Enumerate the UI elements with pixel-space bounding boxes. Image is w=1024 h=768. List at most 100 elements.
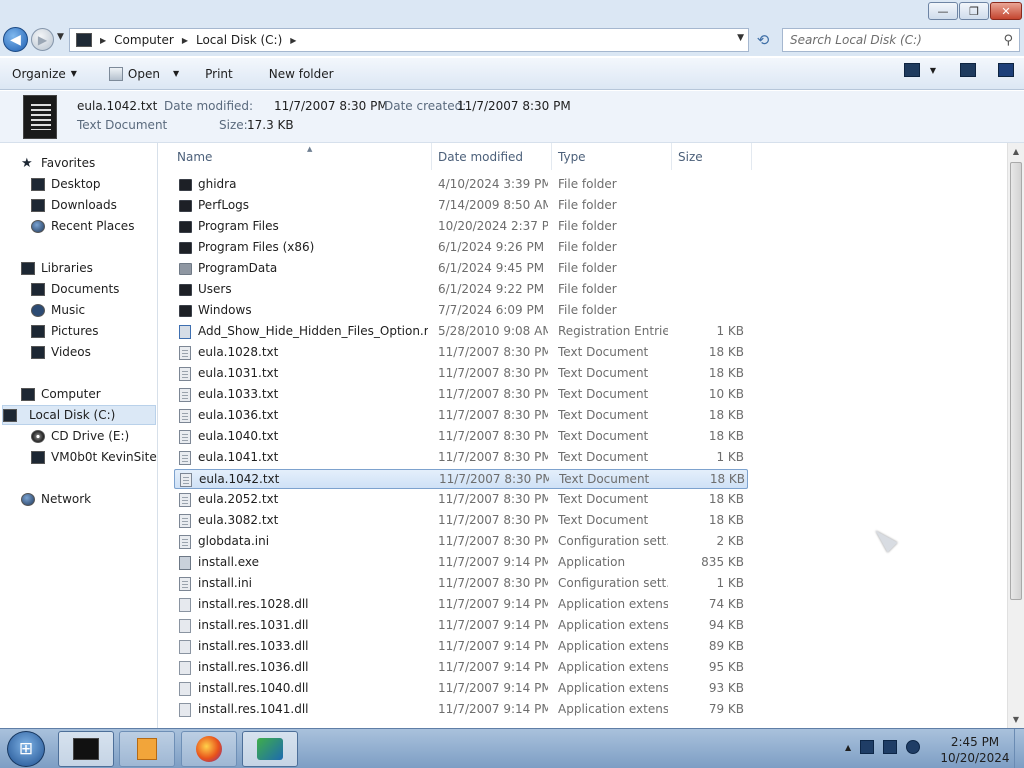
scroll-down-button[interactable]: ▼	[1008, 711, 1024, 728]
chevron-right-icon[interactable]: ▶	[100, 36, 106, 45]
file-row[interactable]: eula.1031.txt 11/7/2007 8:30 PM Text Docum…	[174, 364, 748, 384]
file-row[interactable]: eula.1041.txt 11/7/2007 8:30 PM Text Docum…	[174, 448, 748, 468]
forward-button[interactable]: ▶	[31, 28, 54, 51]
file-row[interactable]: eula.1036.txt 11/7/2007 8:30 PM Text Docum…	[174, 406, 748, 426]
address-bar[interactable]: ▶ Computer ▶ Local Disk (C:) ▶ ▼	[69, 28, 749, 52]
nav-network-share[interactable]: VM0b0t KevinSite	[31, 447, 157, 467]
file-row[interactable]: eula.1033.txt 11/7/2007 8:30 PM Text Docum…	[174, 385, 748, 405]
computer-icon	[21, 387, 35, 401]
file-row[interactable]: eula.2052.txt 11/7/2007 8:30 PM Text Docum…	[174, 490, 748, 510]
file-row[interactable]: globdata.ini 11/7/2007 8:30 PM Configurati…	[174, 532, 748, 552]
nav-computer[interactable]: Computer	[21, 384, 101, 404]
navigation-bar: ◀ ▶ ▼ ▶ Computer ▶ Local Disk (C:) ▶ ▼ ⟲…	[0, 24, 1024, 56]
close-button[interactable]: ✕	[990, 2, 1022, 20]
column-header-name[interactable]: Name ▲	[168, 143, 432, 170]
file-row[interactable]: eula.1040.txt 11/7/2007 8:30 PM Text Docum…	[174, 427, 748, 447]
back-button[interactable]: ◀	[3, 27, 28, 52]
dll-file-icon	[179, 598, 191, 612]
refresh-button[interactable]: ⟲	[752, 28, 774, 52]
volume-icon[interactable]	[906, 740, 921, 754]
nav-recent-places[interactable]: Recent Places	[31, 216, 134, 236]
file-row[interactable]: install.res.1033.dll 11/7/2007 9:14 PM App…	[174, 637, 748, 657]
file-row[interactable]: install.res.1028.dll 11/7/2007 9:14 PM App…	[174, 595, 748, 615]
pictures-icon	[31, 324, 45, 338]
minimize-button[interactable]: —	[928, 2, 958, 20]
nav-downloads[interactable]: Downloads	[31, 195, 117, 215]
file-type: Application extens...	[558, 639, 668, 653]
nav-desktop[interactable]: Desktop	[31, 174, 101, 194]
nav-documents[interactable]: Documents	[31, 279, 119, 299]
taskbar-media-player[interactable]	[119, 731, 175, 767]
new-folder-button[interactable]: New folder	[263, 62, 340, 86]
address-dropdown[interactable]: ▼	[737, 33, 744, 43]
file-row[interactable]: install.exe 11/7/2007 9:14 PM Application 8…	[174, 553, 748, 573]
show-desktop-button[interactable]	[1014, 729, 1024, 768]
search-box[interactable]: ⚲	[782, 28, 1020, 52]
show-hidden-icons-button[interactable]: ▲	[845, 743, 851, 752]
chevron-right-icon[interactable]: ▶	[182, 36, 188, 45]
nav-pictures[interactable]: Pictures	[31, 321, 99, 341]
taskbar-explorer[interactable]	[58, 731, 114, 767]
file-name: install.res.1033.dll	[198, 639, 309, 653]
chevron-right-icon[interactable]: ▶	[290, 36, 296, 45]
file-date-modified: 6/1/2024 9:45 PM	[438, 261, 545, 275]
file-row[interactable]: eula.3082.txt 11/7/2007 8:30 PM Text Docum…	[174, 511, 748, 531]
file-type: Configuration sett...	[558, 534, 668, 548]
file-row[interactable]: eula.1028.txt 11/7/2007 8:30 PM Text Docum…	[174, 343, 748, 363]
file-row[interactable]: Users 6/1/2024 9:22 PM File folder	[174, 280, 748, 300]
file-row[interactable]: install.res.1041.dll 11/7/2007 9:14 PM App…	[174, 700, 748, 720]
clock[interactable]: 2:45 PM 10/20/2024	[935, 734, 1015, 766]
size-value: 17.3 KB	[247, 118, 294, 132]
maximize-button[interactable]: ❐	[959, 2, 989, 20]
help-icon[interactable]	[998, 63, 1014, 77]
file-row[interactable]: install.ini 11/7/2007 8:30 PM Configuratio…	[174, 574, 748, 594]
file-row[interactable]: ghidra 4/10/2024 3:39 PM File folder	[174, 175, 748, 195]
file-row[interactable]: Windows 7/7/2024 6:09 PM File folder	[174, 301, 748, 321]
file-row[interactable]: PerfLogs 7/14/2009 8:50 AM File folder	[174, 196, 748, 216]
nav-music[interactable]: Music	[31, 300, 85, 320]
taskbar-network-app[interactable]	[242, 731, 298, 767]
file-row[interactable]: eula.1042.txt 11/7/2007 8:30 PM Text Docum…	[174, 469, 748, 489]
nav-cd-drive[interactable]: CD Drive (E:)	[31, 426, 129, 446]
file-name: ghidra	[198, 177, 237, 191]
change-view-icon[interactable]	[903, 63, 920, 77]
search-icon[interactable]: ⚲	[1003, 33, 1013, 48]
breadcrumb-computer[interactable]: Computer	[114, 33, 174, 47]
file-row[interactable]: install.res.1040.dll 11/7/2007 9:14 PM App…	[174, 679, 748, 699]
network-status-icon[interactable]	[883, 740, 898, 754]
open-button[interactable]: Open ▼	[103, 62, 185, 86]
nav-favorites[interactable]: ★ Favorites	[21, 153, 95, 173]
organize-button[interactable]: Organize ▼	[6, 62, 83, 86]
file-row[interactable]: Program Files (x86) 6/1/2024 9:26 PM File …	[174, 238, 748, 258]
start-button[interactable]: ⊞	[7, 731, 45, 767]
preview-pane-icon[interactable]	[960, 63, 976, 77]
scroll-up-button[interactable]: ▲	[1008, 143, 1024, 160]
column-header-size[interactable]: Size	[672, 143, 752, 170]
search-input[interactable]	[790, 33, 995, 47]
nav-network[interactable]: Network	[21, 489, 91, 509]
nav-libraries[interactable]: Libraries	[21, 258, 93, 278]
breadcrumb-local-disk[interactable]: Local Disk (C:)	[196, 33, 282, 47]
navigation-pane: ★ Favorites Desktop Downloads Recent Plac…	[0, 143, 158, 728]
details-file-type: Text Document	[77, 118, 168, 132]
file-type: File folder	[558, 177, 617, 191]
taskbar-firefox[interactable]	[181, 731, 237, 767]
recent-pages-dropdown[interactable]: ▼	[57, 32, 64, 42]
file-row[interactable]: install.res.1031.dll 11/7/2007 9:14 PM App…	[174, 616, 748, 636]
view-controls: ▼	[903, 63, 1014, 77]
chevron-down-icon[interactable]: ▼	[930, 66, 936, 75]
nav-label: Libraries	[41, 261, 93, 275]
column-header-type[interactable]: Type	[552, 143, 672, 170]
file-row[interactable]: ProgramData 6/1/2024 9:45 PM File folder	[174, 259, 748, 279]
nav-local-disk[interactable]: Local Disk (C:)	[2, 405, 156, 425]
file-row[interactable]: Program Files 10/20/2024 2:37 PM File fold…	[174, 217, 748, 237]
tray-app-icon[interactable]	[860, 740, 875, 754]
scroll-thumb[interactable]	[1010, 162, 1022, 600]
vertical-scrollbar[interactable]: ▲ ▼	[1007, 143, 1024, 728]
file-date-modified: 11/7/2007 9:14 PM	[438, 597, 548, 611]
column-header-date[interactable]: Date modified	[432, 143, 552, 170]
print-button[interactable]: Print	[199, 62, 239, 86]
file-row[interactable]: install.res.1036.dll 11/7/2007 9:14 PM App…	[174, 658, 748, 678]
nav-videos[interactable]: Videos	[31, 342, 91, 362]
file-row[interactable]: Add_Show_Hide_Hidden_Files_Option.reg 5/2…	[174, 322, 748, 342]
